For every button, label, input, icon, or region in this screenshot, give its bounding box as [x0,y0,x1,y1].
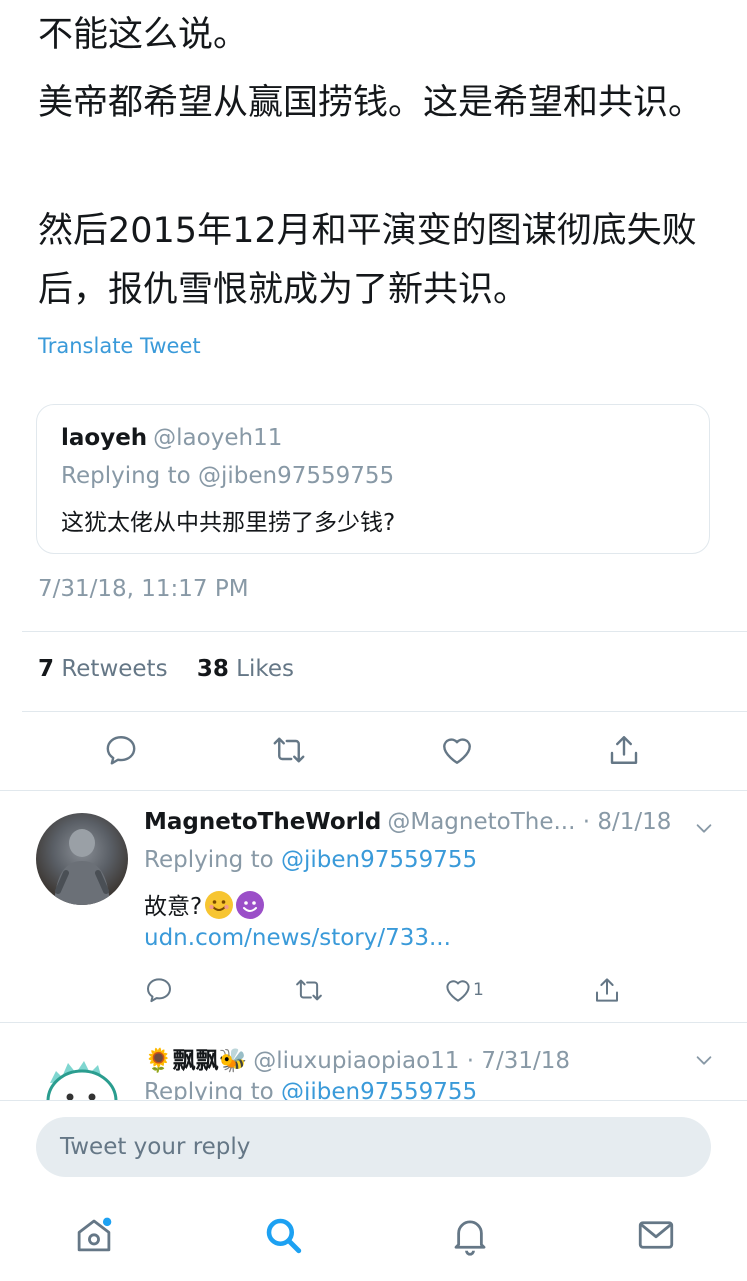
like-button[interactable] [437,730,477,770]
avatar[interactable] [36,813,128,905]
replying-to-label: Replying to [144,847,274,873]
divider [22,711,747,712]
tab-notifications[interactable] [446,1211,494,1259]
avatar-cartoon-icon [46,1061,118,1100]
chevron-down-icon[interactable] [693,817,715,839]
retweets-label: Retweets [61,656,168,682]
heart-icon [443,738,471,764]
home-icon [77,1217,112,1252]
quoted-text: 这犹太佬从中共那里捞了多少钱? [61,510,396,536]
reply-reply-button[interactable] [144,975,174,1005]
reply-replying-to: Replying to @jiben97559755 [144,1079,477,1100]
quoted-author: laoyeh @laoyeh11 [61,425,282,451]
reply-link[interactable]: udn.com/news/story/733... [144,925,451,951]
tab-search[interactable] [259,1211,307,1259]
reply-tweet[interactable]: MagnetoTheWorld @MagnetoThe... · 8/1/18 R… [0,791,747,1023]
reply-input[interactable]: Tweet your reply [36,1117,711,1177]
tweet-paragraph: 不能这么说。 [38,15,249,55]
reply-author-name[interactable]: MagnetoTheWorld [144,809,381,835]
replying-to-label: Replying to [144,1079,274,1100]
tab-home[interactable] [70,1211,118,1259]
replying-to-handle-link[interactable]: @jiben97559755 [281,847,477,873]
translate-tweet-link[interactable]: Translate Tweet [38,334,201,358]
compose-area: Tweet your reply [0,1100,747,1281]
retweets-count: 7 [38,656,55,682]
reply-text-content: 故意? [144,894,203,920]
share-button[interactable] [604,730,644,770]
reply-icon [106,736,136,765]
divider [22,631,747,632]
chevron-down-icon[interactable] [693,1049,715,1071]
quoted-replying-to: Replying to @jiben97559755 [61,463,395,489]
tweet-paragraph: 然后2015年12月和平演变的图谋彻底失败后，报仇雪恨就成为了新共识。 [38,211,697,310]
smiling-face-emoji-icon [205,891,234,919]
likes-stat[interactable]: 38 Likes [197,656,294,682]
reply-text: 故意? [144,887,265,921]
reply-replying-to: Replying to @jiben97559755 [144,847,477,873]
tweet-paragraph: 美帝都希望从赢国捞钱。这是希望和共识。 [38,83,704,123]
reply-author-handle: @MagnetoThe... · 8/1/18 [387,809,672,835]
messages-icon [638,1221,674,1249]
reply-tweet[interactable]: 🌻飘飘🐝 @liuxupiaopiao11 · 7/31/18 Replying … [0,1023,747,1100]
reply-icon [147,978,171,1003]
quoted-author-handle: @laoyeh11 [153,425,283,451]
reply-like-count: 1 [473,980,484,1000]
tweet-timestamp: 7/31/18, 11:17 PM [38,576,249,602]
smiling-devil-emoji-icon [236,891,265,919]
replying-to-handle-link[interactable]: @jiben97559755 [281,1079,477,1100]
likes-count: 38 [196,656,229,682]
reply-share-button[interactable] [592,975,622,1005]
reply-author-handle: @liuxupiaopiao11 · 7/31/18 [253,1048,571,1074]
retweet-button[interactable] [269,730,309,770]
quoted-tweet[interactable]: laoyeh @laoyeh11 Replying to @jiben975597… [36,404,710,554]
share-icon [610,736,638,764]
share-icon [596,978,618,1002]
tweet-stats: 7 Retweets 38 Likes [38,656,294,682]
reply-header: 🌻飘飘🐝 @liuxupiaopiao11 · 7/31/18 [144,1041,570,1075]
reply-header: MagnetoTheWorld @MagnetoThe... · 8/1/18 [144,809,671,835]
tab-messages[interactable] [632,1211,680,1259]
likes-label: Likes [236,656,294,682]
avatar-figure-icon [54,829,110,905]
notifications-icon [454,1220,486,1256]
reply-retweet-button[interactable] [294,975,324,1005]
reply-like-button[interactable]: 1 [443,975,484,1005]
search-icon [266,1218,302,1254]
retweet-icon [273,737,305,763]
reply-author-name[interactable]: 🌻飘飘🐝 [144,1048,247,1074]
retweet-icon [296,979,322,1001]
avatar[interactable] [36,1043,128,1100]
quoted-author-name: laoyeh [61,425,148,451]
reply-button[interactable] [101,730,141,770]
heart-icon [446,980,470,1002]
retweets-stat[interactable]: 7 Retweets [38,656,168,682]
